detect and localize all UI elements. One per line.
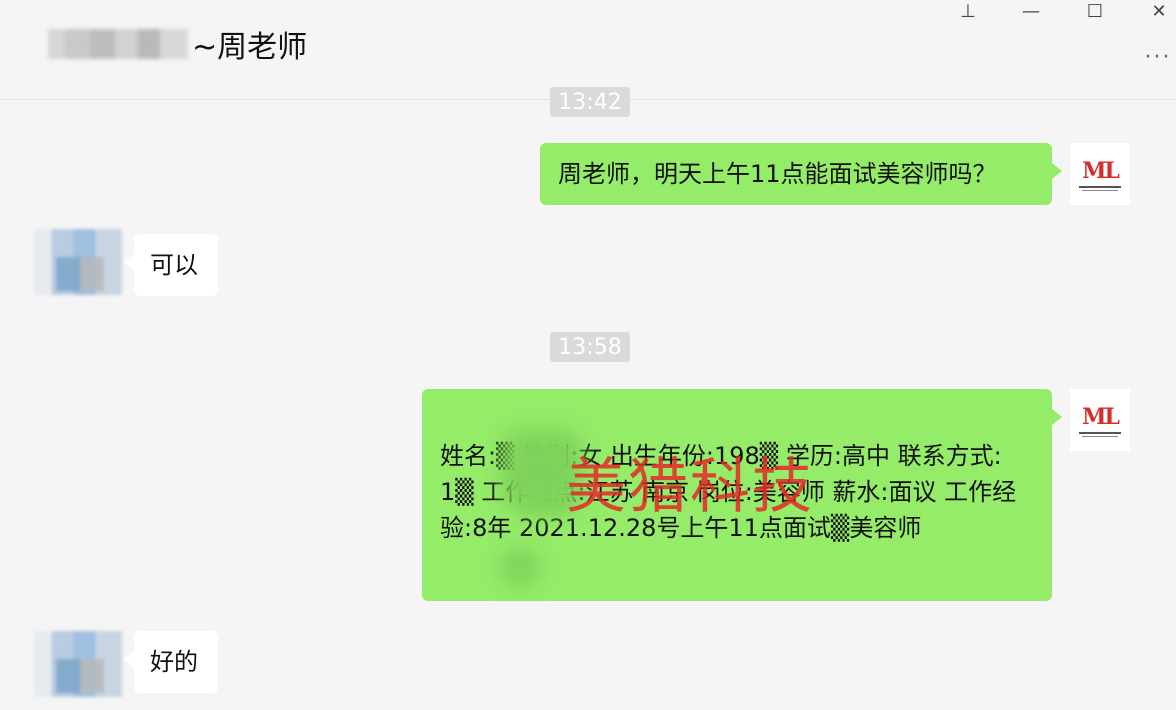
- minimize-icon[interactable]: —: [1016, 0, 1046, 22]
- contact-avatar[interactable]: [34, 631, 122, 697]
- logo-text: ML: [1082, 157, 1120, 184]
- maximize-icon[interactable]: ☐: [1080, 0, 1110, 22]
- message-text: 周老师，明天上午11点能面试美容师吗？: [558, 160, 997, 188]
- close-icon[interactable]: ✕: [1144, 0, 1174, 22]
- redaction-blur: [517, 484, 572, 514]
- timestamp: 13:42: [550, 87, 630, 117]
- pin-icon[interactable]: ⊥: [953, 0, 983, 22]
- outgoing-message[interactable]: 周老师，明天上午11点能面试美容师吗？: [540, 143, 1062, 205]
- message-text: 好的: [150, 648, 198, 676]
- incoming-message[interactable]: 好的: [124, 631, 218, 693]
- my-avatar[interactable]: ML: [1070, 143, 1130, 205]
- watermark-text: 美猎科技: [566, 452, 814, 522]
- timestamp: 13:58: [550, 332, 630, 362]
- my-avatar[interactable]: ML: [1070, 389, 1130, 451]
- message-text: 可以: [150, 251, 198, 279]
- redacted-contact-name: [48, 29, 188, 59]
- chat-title-suffix: ~周老师: [192, 30, 308, 65]
- more-icon[interactable]: ···: [1140, 44, 1176, 70]
- incoming-message[interactable]: 可以: [124, 234, 218, 296]
- chat-header: ~周老师 ⊥ — ☐ ✕ ···: [0, 0, 1176, 100]
- contact-avatar[interactable]: [34, 229, 122, 295]
- chat-title: ~周老师: [48, 22, 307, 66]
- logo-text: ML: [1082, 403, 1120, 430]
- redaction-blur: [500, 547, 540, 587]
- message-list[interactable]: 13:42 周老师，明天上午11点能面试美容师吗？ ML 可以 13:58 姓名…: [0, 87, 1176, 710]
